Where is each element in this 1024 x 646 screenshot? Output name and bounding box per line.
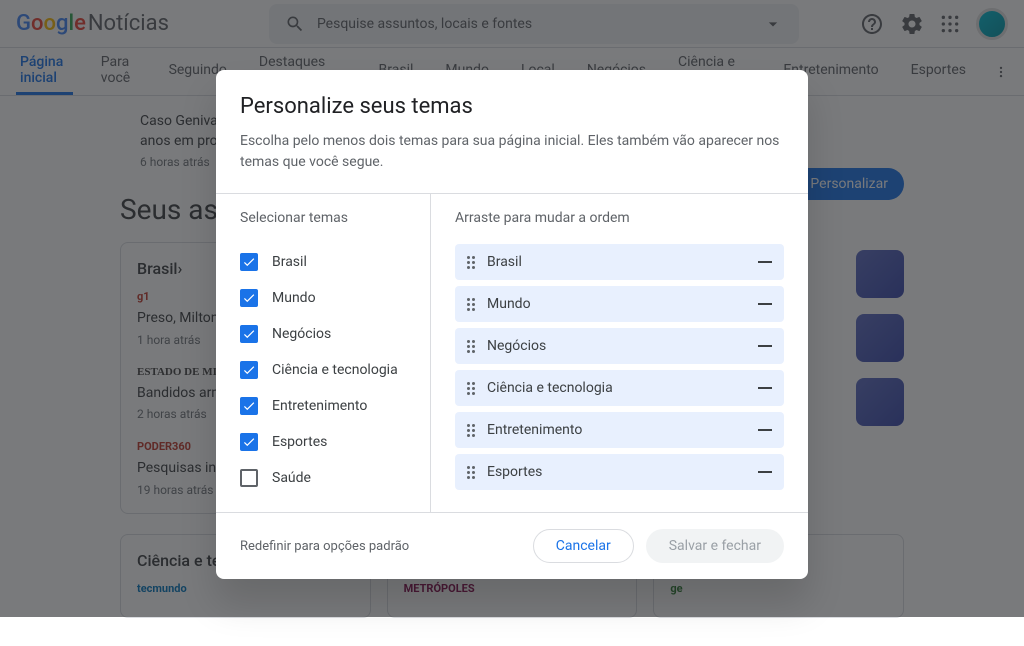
drag-handle-icon[interactable] bbox=[467, 382, 475, 395]
remove-icon[interactable] bbox=[758, 429, 772, 431]
modal-footer: Redefinir para opções padrão Cancelar Sa… bbox=[216, 512, 808, 579]
topic-checkbox-item[interactable]: Entretenimento bbox=[240, 388, 406, 424]
panel-title: Selecionar temas bbox=[240, 210, 406, 226]
topic-checkbox-item[interactable]: Brasil bbox=[240, 244, 406, 280]
modal-overlay[interactable]: Personalize seus temas Escolha pelo meno… bbox=[0, 0, 1024, 617]
cancel-button[interactable]: Cancelar bbox=[533, 529, 634, 563]
topic-label: Mundo bbox=[272, 290, 316, 306]
order-label: Ciência e tecnologia bbox=[487, 380, 746, 396]
checkbox-unchecked-icon[interactable] bbox=[240, 469, 258, 487]
topic-checkbox-item[interactable]: Ciência e tecnologia bbox=[240, 352, 406, 388]
order-item[interactable]: Mundo bbox=[455, 286, 784, 322]
checkbox-checked-icon[interactable] bbox=[240, 433, 258, 451]
drag-handle-icon[interactable] bbox=[467, 466, 475, 479]
topic-label: Brasil bbox=[272, 254, 307, 270]
reset-link[interactable]: Redefinir para opções padrão bbox=[240, 539, 409, 554]
customize-modal: Personalize seus temas Escolha pelo meno… bbox=[216, 70, 808, 579]
drag-handle-icon[interactable] bbox=[467, 424, 475, 437]
remove-icon[interactable] bbox=[758, 303, 772, 305]
save-button[interactable]: Salvar e fechar bbox=[646, 529, 784, 563]
checkbox-checked-icon[interactable] bbox=[240, 397, 258, 415]
order-item[interactable]: Negócios bbox=[455, 328, 784, 364]
modal-header: Personalize seus temas Escolha pelo meno… bbox=[216, 70, 808, 193]
topic-label: Negócios bbox=[272, 326, 331, 342]
select-topics-panel: Selecionar temas Brasil Mundo Negócios Ciên… bbox=[216, 194, 431, 512]
remove-icon[interactable] bbox=[758, 387, 772, 389]
order-item[interactable]: Ciência e tecnologia bbox=[455, 370, 784, 406]
topic-label: Saúde bbox=[272, 470, 311, 486]
order-label: Mundo bbox=[487, 296, 746, 312]
modal-title: Personalize seus temas bbox=[240, 94, 784, 119]
remove-icon[interactable] bbox=[758, 345, 772, 347]
remove-icon[interactable] bbox=[758, 471, 772, 473]
checkbox-checked-icon[interactable] bbox=[240, 253, 258, 271]
drag-handle-icon[interactable] bbox=[467, 256, 475, 269]
panel-title: Arraste para mudar a ordem bbox=[455, 210, 784, 226]
checkbox-checked-icon[interactable] bbox=[240, 361, 258, 379]
remove-icon[interactable] bbox=[758, 261, 772, 263]
order-item[interactable]: Esportes bbox=[455, 454, 784, 490]
topic-checkbox-item[interactable]: Esportes bbox=[240, 424, 406, 460]
order-label: Brasil bbox=[487, 254, 746, 270]
order-item[interactable]: Entretenimento bbox=[455, 412, 784, 448]
order-label: Entretenimento bbox=[487, 422, 746, 438]
topic-label: Esportes bbox=[272, 434, 327, 450]
topic-label: Ciência e tecnologia bbox=[272, 362, 398, 378]
topic-checkbox-item[interactable]: Mundo bbox=[240, 280, 406, 316]
modal-description: Escolha pelo menos dois temas para sua p… bbox=[240, 131, 784, 173]
topic-label: Entretenimento bbox=[272, 398, 367, 414]
order-topics-panel: Arraste para mudar a ordem Brasil Mundo Ne… bbox=[431, 194, 808, 512]
topic-checkbox-item[interactable]: Saúde bbox=[240, 460, 406, 496]
drag-handle-icon[interactable] bbox=[467, 340, 475, 353]
checkbox-checked-icon[interactable] bbox=[240, 325, 258, 343]
order-item[interactable]: Brasil bbox=[455, 244, 784, 280]
topic-checkbox-item[interactable]: Negócios bbox=[240, 316, 406, 352]
order-label: Esportes bbox=[487, 464, 746, 480]
checkbox-checked-icon[interactable] bbox=[240, 289, 258, 307]
drag-handle-icon[interactable] bbox=[467, 298, 475, 311]
modal-body: Selecionar temas Brasil Mundo Negócios Ciên… bbox=[216, 193, 808, 512]
order-label: Negócios bbox=[487, 338, 746, 354]
